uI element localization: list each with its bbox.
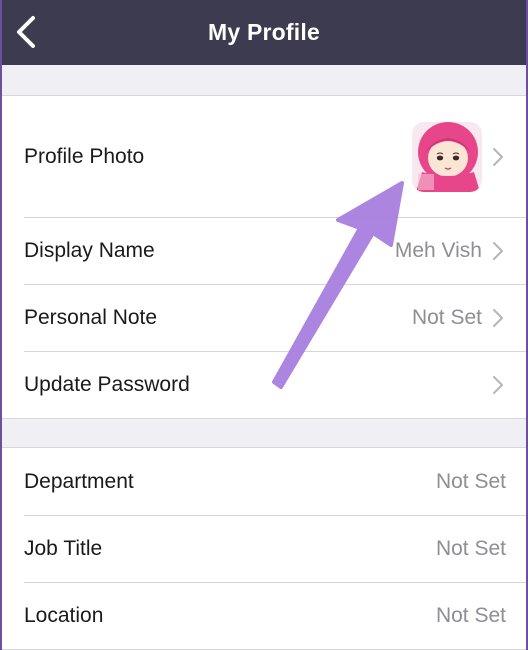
personal-note-row[interactable]: Personal Note Not Set: [0, 284, 528, 351]
personal-note-value: Not Set: [411, 305, 482, 329]
update-password-row[interactable]: Update Password: [0, 351, 528, 418]
display-name-row[interactable]: Display Name Meh Vish: [0, 217, 528, 284]
department-row[interactable]: Department Not Set: [0, 448, 528, 515]
chevron-right-icon: [492, 146, 506, 168]
chevron-right-icon: [492, 374, 506, 396]
location-label: Location: [24, 603, 104, 627]
navigation-bar: My Profile: [0, 0, 528, 65]
location-value: Not Set: [435, 603, 506, 627]
location-row[interactable]: Location Not Set: [0, 582, 528, 649]
profile-photo-row[interactable]: Profile Photo: [0, 96, 528, 217]
job-title-label: Job Title: [24, 536, 103, 560]
display-name-value: Meh Vish: [394, 238, 482, 262]
job-title-row[interactable]: Job Title Not Set: [0, 515, 528, 582]
chevron-right-icon: [492, 307, 506, 329]
display-name-label: Display Name: [24, 238, 155, 262]
personal-note-label: Personal Note: [24, 305, 158, 329]
job-title-value: Not Set: [435, 536, 506, 560]
department-value: Not Set: [435, 469, 506, 493]
work-info-section: Department Not Set Job Title Not Set Loc…: [0, 447, 528, 650]
avatar[interactable]: [412, 121, 482, 192]
department-label: Department: [24, 469, 134, 493]
profile-photo-label: Profile Photo: [24, 144, 145, 168]
profile-section: Profile Photo Display Name Meh Vish Pers…: [0, 95, 528, 419]
page-title: My Profile: [208, 19, 320, 45]
update-password-label: Update Password: [24, 372, 190, 396]
chevron-right-icon: [492, 240, 506, 262]
